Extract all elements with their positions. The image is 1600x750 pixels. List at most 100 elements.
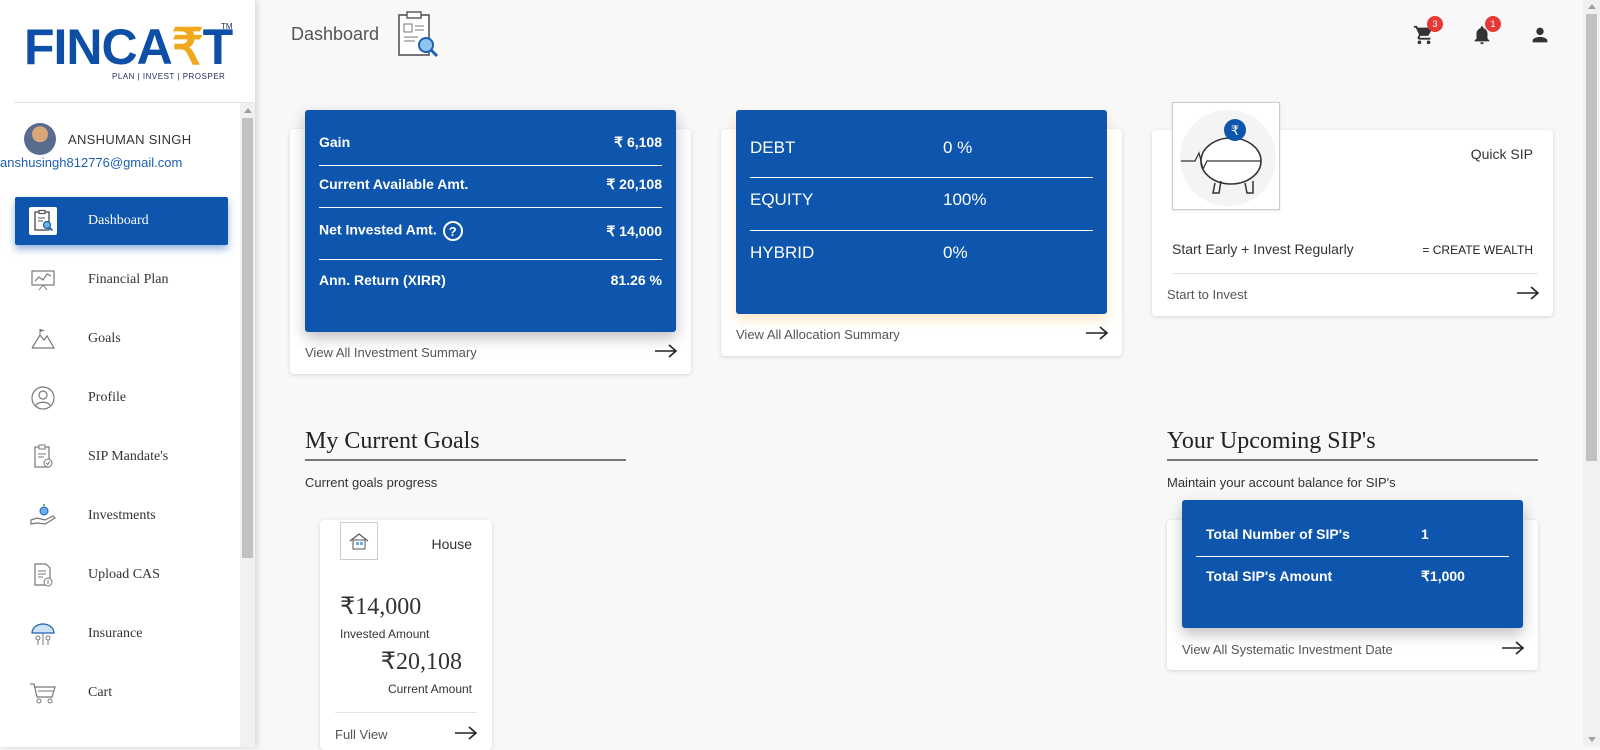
scroll-down-icon[interactable]: [1588, 737, 1596, 742]
piggy-bank-icon: ₹: [1180, 110, 1276, 206]
help-icon[interactable]: ?: [442, 221, 463, 241]
investment-summary-panel: Gain ₹ 6,108 Current Available Amt. ₹ 20…: [305, 110, 676, 332]
sidebar-item-dashboard[interactable]: Dashboard: [15, 197, 228, 245]
sidebar-item-label: SIP Mandate's: [88, 449, 169, 464]
notification-count-badge: 1: [1485, 16, 1501, 32]
allocation-label: HYBRID: [750, 243, 815, 262]
sidebar-item-label: Investments: [88, 508, 156, 523]
summary-value: 81.26 %: [610, 272, 662, 288]
sip-row-amount: Total SIP's Amount ₹1,000: [1196, 566, 1509, 586]
row-divider: [750, 230, 1093, 231]
goal-invested-value: ₹14,000: [340, 594, 422, 620]
account-button[interactable]: [1529, 24, 1551, 46]
summary-row-gain: Gain ₹ 6,108: [319, 132, 662, 152]
sidebar-item-cart[interactable]: Cart: [15, 669, 228, 717]
sidebar-item-label: Upload CAS: [88, 567, 160, 582]
summary-label: Gain: [319, 134, 351, 150]
house-icon: [340, 522, 378, 560]
cart-icon: [29, 679, 57, 707]
quick-sip-tagline: Start Early + Invest Regularly: [1172, 241, 1354, 257]
row-divider: [319, 165, 662, 166]
quick-sip-title: Quick SIP: [1470, 146, 1533, 162]
allocation-value: 0 %: [943, 138, 973, 157]
user-circle-icon: [29, 384, 57, 412]
row-divider: [319, 207, 662, 208]
view-sip-dates-link[interactable]: View All Systematic Investment Date: [1182, 642, 1393, 657]
sidebar-scrollbar-thumb[interactable]: [242, 118, 253, 558]
logo-tagline: PLAN | INVEST | PROSPER: [112, 72, 226, 81]
allocation-label: EQUITY: [750, 190, 814, 209]
cart-count-badge: 3: [1427, 16, 1443, 32]
dashboard-report-icon: [393, 10, 443, 60]
arrow-right-icon[interactable]: [654, 344, 678, 358]
page-scrollbar-thumb[interactable]: [1586, 14, 1597, 461]
upcoming-sip-panel: Total Number of SIP's 1 Total SIP's Amou…: [1182, 500, 1523, 628]
summary-label: Current Available Amt.: [319, 176, 469, 192]
summary-value: ₹ 14,000: [606, 222, 662, 239]
cart-button[interactable]: 3: [1413, 16, 1443, 46]
page-title: Dashboard: [291, 24, 380, 44]
sidebar: FINCA₹T PLAN | INVEST | PROSPER TM ANSHU…: [0, 0, 255, 747]
arrow-right-icon[interactable]: [1085, 326, 1109, 340]
allocation-row-debt: DEBT 0 %: [750, 137, 1093, 159]
upcoming-sip-underline: [1167, 459, 1538, 461]
scroll-up-icon[interactable]: [1588, 4, 1596, 9]
summary-row-xirr: Ann. Return (XIRR) 81.26 %: [319, 270, 662, 290]
quick-sip-tagline-wealth: = CREATE WEALTH: [1422, 243, 1533, 257]
view-allocation-summary-link[interactable]: View All Allocation Summary: [736, 327, 900, 342]
summary-row-current-amount: Current Available Amt. ₹ 20,108: [319, 174, 662, 194]
upcoming-sip-title: Your Upcoming SIP's: [1167, 428, 1376, 454]
chart-board-icon: [29, 266, 57, 294]
dashboard-icon: [29, 207, 57, 235]
sidebar-item-investments[interactable]: Investments: [15, 492, 228, 540]
sip-label: Total SIP's Amount: [1206, 568, 1333, 584]
sidebar-item-goals[interactable]: Goals: [15, 315, 228, 363]
avatar[interactable]: [24, 123, 56, 155]
mountain-flag-icon: [29, 325, 57, 353]
arrow-right-icon[interactable]: [1501, 641, 1525, 655]
goals-section-title: My Current Goals: [305, 428, 480, 454]
allocation-row-hybrid: HYBRID 0%: [750, 242, 1093, 264]
arrow-right-icon[interactable]: [454, 726, 478, 740]
hand-coin-icon: [29, 502, 57, 530]
sidebar-item-financial-plan[interactable]: Financial Plan: [15, 256, 228, 304]
svg-text:₹: ₹: [1231, 123, 1239, 138]
goal-invested-label: Invested Amount: [340, 627, 430, 641]
upcoming-sip-subtitle: Maintain your account balance for SIP's: [1167, 475, 1396, 490]
summary-value: ₹ 6,108: [614, 133, 662, 150]
start-to-invest-link[interactable]: Start to Invest: [1167, 287, 1247, 302]
arrow-right-icon[interactable]: [1516, 286, 1540, 300]
goal-card-house[interactable]: House ₹14,000 Invested Amount ₹20,108 Cu…: [320, 520, 492, 750]
sidebar-item-label: Goals: [88, 331, 121, 346]
piggy-bank-tile: ₹: [1172, 102, 1280, 210]
sidebar-item-label: Insurance: [88, 626, 143, 641]
sidebar-item-label: Cart: [88, 685, 113, 700]
user-name: ANSHUMAN SINGH: [68, 132, 192, 147]
goal-full-view-link[interactable]: Full View: [335, 727, 388, 742]
sip-row-count: Total Number of SIP's 1: [1196, 524, 1509, 544]
view-investment-summary-link[interactable]: View All Investment Summary: [305, 345, 477, 360]
sidebar-item-insurance[interactable]: Insurance: [15, 610, 228, 658]
sidebar-item-label: Profile: [88, 390, 127, 405]
sidebar-item-label: Dashboard: [88, 213, 149, 228]
row-divider: [1196, 556, 1509, 557]
row-divider: [750, 177, 1093, 178]
person-icon: [1532, 27, 1548, 43]
user-email: anshusingh812776@gmail.com: [0, 155, 183, 170]
fincart-logo[interactable]: FINCA₹T PLAN | INVEST | PROSPER TM: [24, 22, 234, 86]
allocation-value: 0%: [943, 243, 968, 262]
notifications-button[interactable]: 1: [1471, 16, 1501, 46]
sidebar-item-upload-cas[interactable]: Upload CAS: [15, 551, 228, 599]
sidebar-item-label: Financial Plan: [88, 272, 169, 287]
sip-label: Total Number of SIP's: [1206, 526, 1350, 542]
card-divider: [1172, 273, 1538, 274]
sidebar-scroll-up-icon[interactable]: [244, 108, 252, 113]
logo-trademark: TM: [221, 22, 233, 31]
sidebar-item-profile[interactable]: Profile: [15, 374, 228, 422]
sidebar-item-sip-mandates[interactable]: SIP Mandate's: [15, 433, 228, 481]
sip-value: ₹1,000: [1421, 567, 1465, 584]
umbrella-family-icon: [29, 620, 57, 648]
summary-value: ₹ 20,108: [606, 175, 662, 192]
allocation-row-equity: EQUITY 100%: [750, 189, 1093, 211]
allocation-value: 100%: [943, 190, 987, 209]
